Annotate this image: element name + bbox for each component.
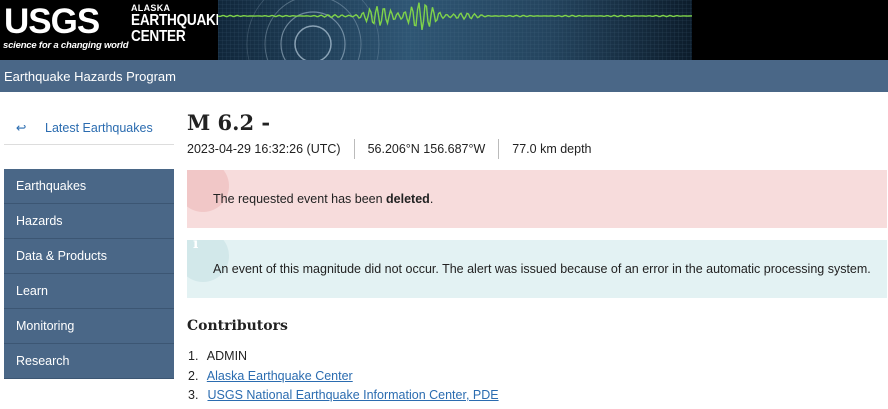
latest-earthquakes-label: Latest Earthquakes [45, 121, 153, 135]
program-link[interactable]: Earthquake Hazards Program [4, 69, 176, 84]
list-number: 2. [188, 368, 199, 383]
info-message: An event of this magnitude did not occur… [213, 262, 871, 276]
nav-item-learn[interactable]: Learn [4, 274, 174, 309]
back-arrow-icon: ↩ [16, 121, 27, 135]
deleted-message-prefix: The requested event has been [213, 192, 387, 206]
deleted-message-suffix: . [429, 192, 434, 206]
deleted-message-bold: deleted [386, 192, 430, 206]
list-item: 2. Alaska Earthquake Center [187, 368, 499, 388]
list-item: 3. USGS National Earthquake Information … [187, 387, 499, 407]
sidebar-nav: Earthquakes Hazards Data & Products Lear… [4, 169, 174, 379]
nav-item-monitoring[interactable]: Monitoring [4, 309, 174, 344]
nav-item-hazards[interactable]: Hazards [4, 204, 174, 239]
usgs-logo[interactable]: USGS science for a changing world [2, 2, 129, 55]
usgs-logo-word: USGS [4, 2, 100, 41]
center-name-line3: CENTER [131, 28, 186, 45]
program-bar: Earthquake Hazards Program [0, 60, 888, 92]
contributors-list: 1. ADMIN 2. Alaska Earthquake Center 3. … [187, 348, 499, 407]
contributor-link-neic[interactable]: USGS National Earthquake Information Cen… [207, 388, 498, 402]
seismogram-banner-image [218, 0, 692, 60]
center-name-line2: EARTHQUAKE [131, 12, 225, 29]
info-alert: i An event of this magnitude did not occ… [187, 240, 887, 298]
nav-item-data-products[interactable]: Data & Products [4, 239, 174, 274]
list-number: 3. [188, 388, 199, 402]
contributors-heading: Contributors [187, 318, 288, 334]
contributor-admin: ADMIN [206, 349, 248, 363]
nav-item-research[interactable]: Research [4, 344, 174, 379]
event-depth: 77.0 km depth [498, 139, 604, 159]
event-title: M 6.2 - [187, 110, 271, 135]
sidebar-divider [4, 144, 174, 145]
event-summary: 2023-04-29 16:32:26 (UTC) 56.206°N 156.6… [187, 139, 605, 159]
site-header: USGS science for a changing world ALASKA… [0, 0, 888, 60]
event-location: 56.206°N 156.687°W [353, 139, 499, 159]
nav-item-earthquakes[interactable]: Earthquakes [4, 169, 174, 204]
list-number: 1. [188, 349, 199, 363]
contributor-link-alaska[interactable]: Alaska Earthquake Center [207, 369, 353, 383]
event-time: 2023-04-29 16:32:26 (UTC) [187, 142, 341, 156]
deleted-event-alert: The requested event has been deleted. [187, 170, 887, 228]
list-item: 1. ADMIN [187, 348, 499, 368]
latest-earthquakes-link[interactable]: ↩ Latest Earthquakes [16, 120, 153, 135]
deleted-event-message: The requested event has been deleted. [213, 192, 433, 206]
info-icon: i [193, 240, 199, 252]
usgs-logo-tagline: science for a changing world [3, 40, 129, 51]
